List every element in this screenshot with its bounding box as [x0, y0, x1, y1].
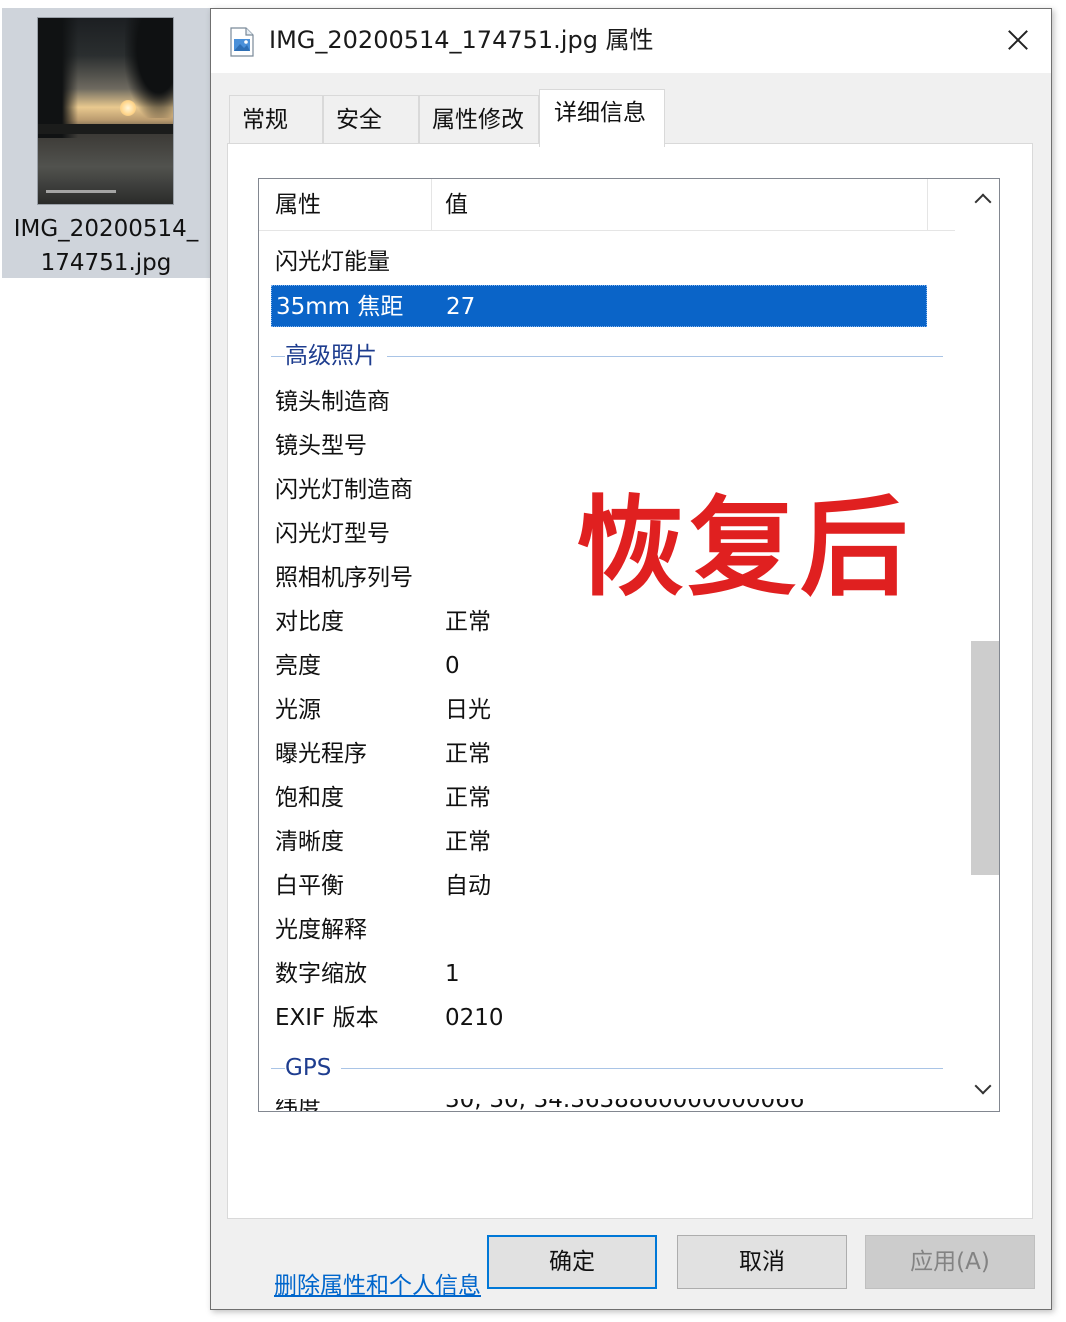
group-header-advanced-photo: 高级照片	[271, 335, 943, 377]
property-name: 纬度	[275, 1099, 321, 1112]
property-name: 清晰度	[275, 829, 344, 855]
list-item[interactable]: 光源 日光	[271, 689, 927, 731]
property-name: 镜头型号	[275, 433, 367, 459]
property-name: 白平衡	[275, 873, 344, 899]
ok-button[interactable]: 确定	[487, 1235, 657, 1289]
apply-button[interactable]: 应用(A)	[865, 1235, 1035, 1289]
property-value: 正常	[445, 785, 491, 811]
list-item[interactable]: 亮度 0	[271, 645, 927, 687]
image-thumbnail	[38, 18, 173, 204]
tab-property-edit[interactable]: 属性修改	[419, 95, 539, 145]
title-bar[interactable]: IMG_20200514_174751.jpg 属性	[211, 9, 1051, 73]
list-item-clipped[interactable]: 纬度 30; 30; 34.3638860000000066	[275, 1099, 875, 1112]
remove-properties-link[interactable]: 删除属性和个人信息	[274, 1266, 481, 1306]
property-name: 亮度	[275, 653, 321, 679]
list-item[interactable]: 曝光程序 正常	[271, 733, 927, 775]
property-name: 光源	[275, 697, 321, 723]
list-item[interactable]: 白平衡 自动	[271, 865, 927, 907]
file-name-label: IMG_20200514_ 174751.jpg	[2, 212, 210, 280]
property-name: 闪光灯制造商	[275, 477, 413, 503]
list-header: 属性 值	[259, 179, 955, 231]
property-value: 0	[445, 653, 460, 679]
tab-security[interactable]: 安全	[323, 95, 419, 145]
property-name: 曝光程序	[275, 741, 367, 767]
tab-general[interactable]: 常规	[229, 95, 323, 145]
image-file-icon	[229, 27, 255, 57]
group-header-gps: GPS	[271, 1047, 943, 1089]
list-item[interactable]: 闪光灯能量	[271, 241, 927, 283]
scroll-up-icon[interactable]	[965, 185, 999, 215]
property-value: 自动	[445, 873, 491, 899]
list-item-selected[interactable]: 35mm 焦距 27	[271, 285, 927, 327]
property-name: 数字缩放	[275, 961, 367, 987]
property-name: 镜头制造商	[275, 389, 390, 415]
property-name: EXIF 版本	[275, 1005, 379, 1031]
property-name: 闪光灯能量	[275, 249, 390, 275]
cancel-button[interactable]: 取消	[677, 1235, 847, 1289]
details-list[interactable]: 属性 值 闪光灯能量 35mm 焦距 27 高级照片 镜头制造商 镜头型号 闪光…	[258, 178, 1000, 1112]
close-icon[interactable]	[995, 17, 1041, 63]
file-name-line-2: 174751.jpg	[40, 250, 172, 276]
list-item[interactable]: 镜头型号	[271, 425, 927, 467]
list-item[interactable]: EXIF 版本 0210	[271, 997, 927, 1039]
column-header-value[interactable]: 值	[445, 179, 468, 231]
dialog-title: IMG_20200514_174751.jpg 属性	[269, 26, 654, 54]
property-value: 30; 30; 34.3638860000000066	[445, 1099, 805, 1112]
annotation-overlay-text: 恢复后	[576, 486, 913, 611]
property-value: 日光	[445, 697, 491, 723]
properties-dialog: IMG_20200514_174751.jpg 属性 常规 安全 属性修改 详细…	[210, 8, 1052, 1310]
column-header-property[interactable]: 属性	[275, 179, 321, 231]
property-name: 35mm 焦距	[276, 294, 404, 320]
property-value: 正常	[445, 609, 491, 635]
property-name: 闪光灯型号	[275, 521, 390, 547]
list-item[interactable]: 光度解释	[271, 909, 927, 951]
desktop-file-item[interactable]: IMG_20200514_ 174751.jpg	[2, 8, 210, 278]
property-value: 正常	[445, 741, 491, 767]
property-name: 饱和度	[275, 785, 344, 811]
group-label: GPS	[285, 1047, 342, 1089]
property-name: 对比度	[275, 609, 344, 635]
property-value: 正常	[445, 829, 491, 855]
vertical-scrollbar[interactable]	[965, 179, 999, 1111]
list-item[interactable]: 饱和度 正常	[271, 777, 927, 819]
group-label: 高级照片	[285, 335, 387, 377]
property-value: 0210	[445, 1005, 504, 1031]
property-value: 1	[445, 961, 460, 987]
property-value: 27	[446, 294, 476, 320]
details-panel: 属性 值 闪光灯能量 35mm 焦距 27 高级照片 镜头制造商 镜头型号 闪光…	[227, 143, 1033, 1299]
property-name: 光度解释	[275, 917, 367, 943]
list-item[interactable]: 数字缩放 1	[271, 953, 927, 995]
file-name-line-1: IMG_20200514_	[13, 216, 199, 242]
scrollbar-thumb[interactable]	[971, 641, 999, 875]
scroll-down-icon[interactable]	[965, 1075, 999, 1105]
tab-details[interactable]: 详细信息	[539, 89, 665, 147]
property-name: 照相机序列号	[275, 565, 413, 591]
list-item[interactable]: 镜头制造商	[271, 381, 927, 423]
list-item[interactable]: 清晰度 正常	[271, 821, 927, 863]
